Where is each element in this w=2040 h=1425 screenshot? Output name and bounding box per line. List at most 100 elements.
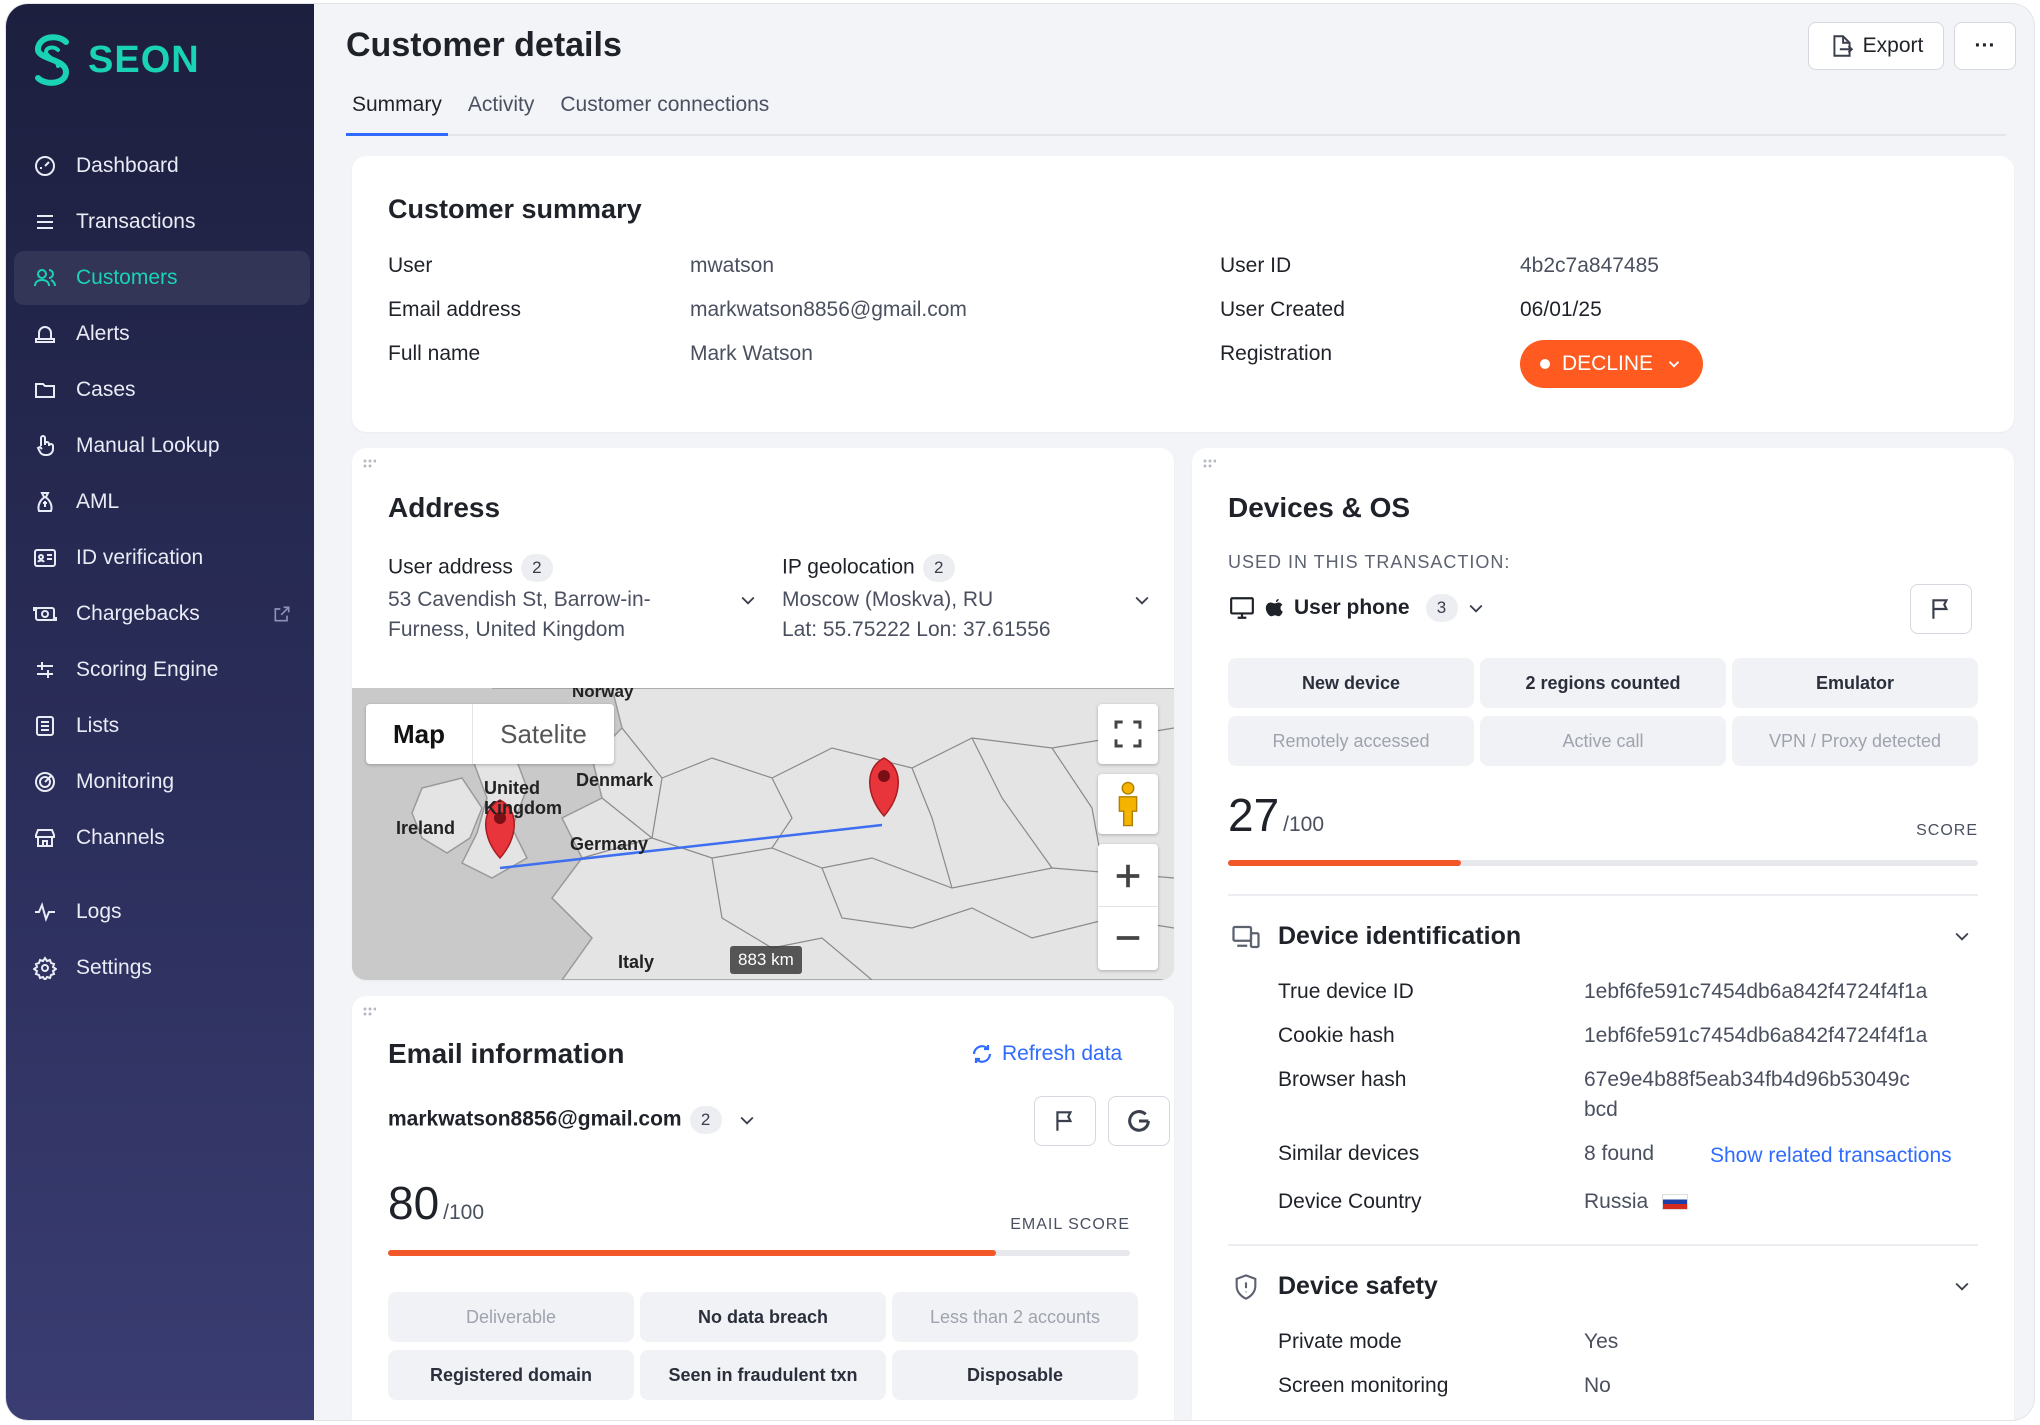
user-created-value: 06/01/25: [1520, 298, 1602, 321]
chevron-down-icon: [1469, 604, 1483, 613]
page-title: Customer details: [346, 26, 622, 64]
flag-icon: [1932, 599, 1949, 619]
folder-icon: [32, 377, 58, 403]
show-related-transactions-link[interactable]: Show related transactions: [1710, 1144, 1952, 1168]
fullscreen-icon: [1114, 720, 1142, 748]
zoom-in-button[interactable]: [1098, 845, 1158, 907]
sidebar-item-alerts[interactable]: Alerts: [14, 307, 310, 361]
registration-status-label: DECLINE: [1562, 352, 1654, 375]
sidebar-item-channels[interactable]: Channels: [14, 811, 310, 865]
browser-hash-value-cont: bcd: [1584, 1098, 1618, 1121]
device-selector[interactable]: User phone 3: [1228, 594, 1486, 622]
sidebar-item-aml[interactable]: AML: [14, 475, 310, 529]
google-search-button[interactable]: [1108, 1096, 1170, 1146]
flag-device-button[interactable]: [1910, 584, 1972, 634]
sidebar-item-chargebacks[interactable]: Chargebacks: [14, 587, 310, 641]
device-country-value: Russia: [1584, 1190, 1649, 1213]
sidebar-item-monitoring[interactable]: Monitoring: [14, 755, 310, 809]
cookie-hash-label: Cookie hash: [1278, 1024, 1395, 1047]
hand-icon: [32, 433, 58, 459]
zoom-out-button[interactable]: [1098, 907, 1158, 969]
sidebar-item-logs[interactable]: Logs: [14, 885, 310, 939]
main-content: Customer details Export ··· Summary Acti…: [314, 4, 2034, 1420]
ip-geolocation-header: IP geolocation 2: [782, 554, 955, 582]
map-view[interactable]: Norway Denmark United Kingdom Ireland Ge…: [352, 688, 1174, 980]
drag-handle-icon[interactable]: [362, 458, 376, 472]
refresh-icon: [972, 1045, 992, 1063]
devices-card: Devices & OS USED IN THIS TRANSACTION: U…: [1192, 448, 2014, 1420]
sidebar-item-id-verification[interactable]: ID verification: [14, 531, 310, 585]
map-fullscreen-button[interactable]: [1098, 704, 1158, 764]
address-card: Address User address 2 53 Cavendish St, B…: [352, 448, 1174, 980]
sidebar-item-lists[interactable]: Lists: [14, 699, 310, 753]
map-tab-map[interactable]: Map: [366, 704, 472, 764]
registration-status-dropdown[interactable]: DECLINE: [1520, 340, 1704, 388]
sidebar-item-transactions[interactable]: Transactions: [14, 195, 310, 249]
fullname-label: Full name: [388, 342, 481, 365]
address-title: Address: [388, 492, 501, 523]
store-icon: [32, 825, 58, 851]
screen-monitoring-value: No: [1584, 1374, 1611, 1397]
fullname-value: Mark Watson: [690, 342, 813, 365]
map-label-kingdom: Kingdom: [484, 798, 562, 818]
user-address-header: User address 2: [388, 554, 553, 582]
device-score-label: SCORE: [1916, 822, 1978, 839]
email-chip-accounts: Less than 2 accounts: [892, 1292, 1138, 1342]
ip-geolocation-line2: Lat: 55.75222 Lon: 37.61556: [782, 618, 1051, 641]
map-tab-satellite[interactable]: Satelite: [472, 704, 614, 764]
drag-handle-icon[interactable]: [362, 1006, 376, 1020]
refresh-data-button[interactable]: Refresh data: [970, 1042, 1122, 1066]
sidebar-item-scoring-engine[interactable]: Scoring Engine: [14, 643, 310, 697]
export-label: Export: [1862, 34, 1924, 57]
chevron-down-icon[interactable]: [1952, 1276, 1972, 1296]
more-options-button[interactable]: ···: [1954, 22, 2016, 70]
tab-activity[interactable]: Activity: [462, 88, 541, 136]
device-score-value: 27: [1228, 789, 1280, 841]
users-icon: [32, 265, 58, 291]
sidebar-item-settings[interactable]: Settings: [14, 941, 310, 995]
sidebar-item-label: Settings: [76, 956, 152, 979]
tab-customer-connections[interactable]: Customer connections: [554, 88, 775, 136]
sidebar-item-customers[interactable]: Customers: [14, 251, 310, 305]
sidebar-item-manual-lookup[interactable]: Manual Lookup: [14, 419, 310, 473]
google-icon: [1128, 1110, 1150, 1132]
sidebar-item-dashboard[interactable]: Dashboard: [14, 139, 310, 193]
divider: [1228, 894, 1978, 896]
chevron-down-icon[interactable]: [738, 590, 758, 610]
external-link-icon: [274, 606, 290, 622]
divider: [1228, 1244, 1978, 1246]
user-value: mwatson: [690, 254, 775, 277]
device-score: 27/100: [1228, 788, 1324, 842]
ip-geolocation-count: 2: [922, 554, 955, 582]
browser-hash-value: 67e9e4b88f5eab34fb4d96b53049c: [1584, 1068, 1910, 1091]
user-label: User: [388, 254, 433, 277]
sidebar-item-label: Lists: [76, 714, 120, 737]
chevron-down-icon[interactable]: [1952, 926, 1972, 946]
device-chip-emulator: Emulator: [1732, 658, 1978, 708]
chevron-down-icon[interactable]: [1132, 590, 1152, 610]
export-button[interactable]: Export: [1808, 22, 1944, 70]
user-address-label: User address: [388, 555, 513, 579]
drag-handle-icon[interactable]: [1202, 458, 1216, 472]
status-dot-icon: [1540, 359, 1550, 369]
email-score-bar: [388, 1250, 1130, 1256]
street-view-pegman[interactable]: [1098, 774, 1158, 834]
map-zoom-controls: [1098, 844, 1158, 970]
minus-icon: [1116, 936, 1140, 940]
flag-email-button[interactable]: [1034, 1096, 1096, 1146]
email-chip-deliverable: Deliverable: [388, 1292, 634, 1342]
more-icon: ···: [1974, 34, 1996, 57]
chevron-down-icon: [1668, 361, 1680, 368]
device-chip-active-call: Active call: [1480, 716, 1726, 766]
email-selector[interactable]: markwatson8856@gmail.com 2: [388, 1106, 757, 1134]
tab-summary[interactable]: Summary: [346, 88, 448, 136]
device-chip-new-device: New device: [1228, 658, 1474, 708]
sidebar-item-cases[interactable]: Cases: [14, 363, 310, 417]
private-mode-value: Yes: [1584, 1330, 1619, 1353]
map-label-united: United: [484, 778, 540, 798]
email-score-bar-fill: [388, 1250, 997, 1256]
device-score-bar: [1228, 860, 1978, 866]
seon-logo-icon: [35, 34, 70, 86]
user-created-label: User Created: [1220, 298, 1345, 321]
brand-logo[interactable]: SEON: [28, 32, 200, 88]
